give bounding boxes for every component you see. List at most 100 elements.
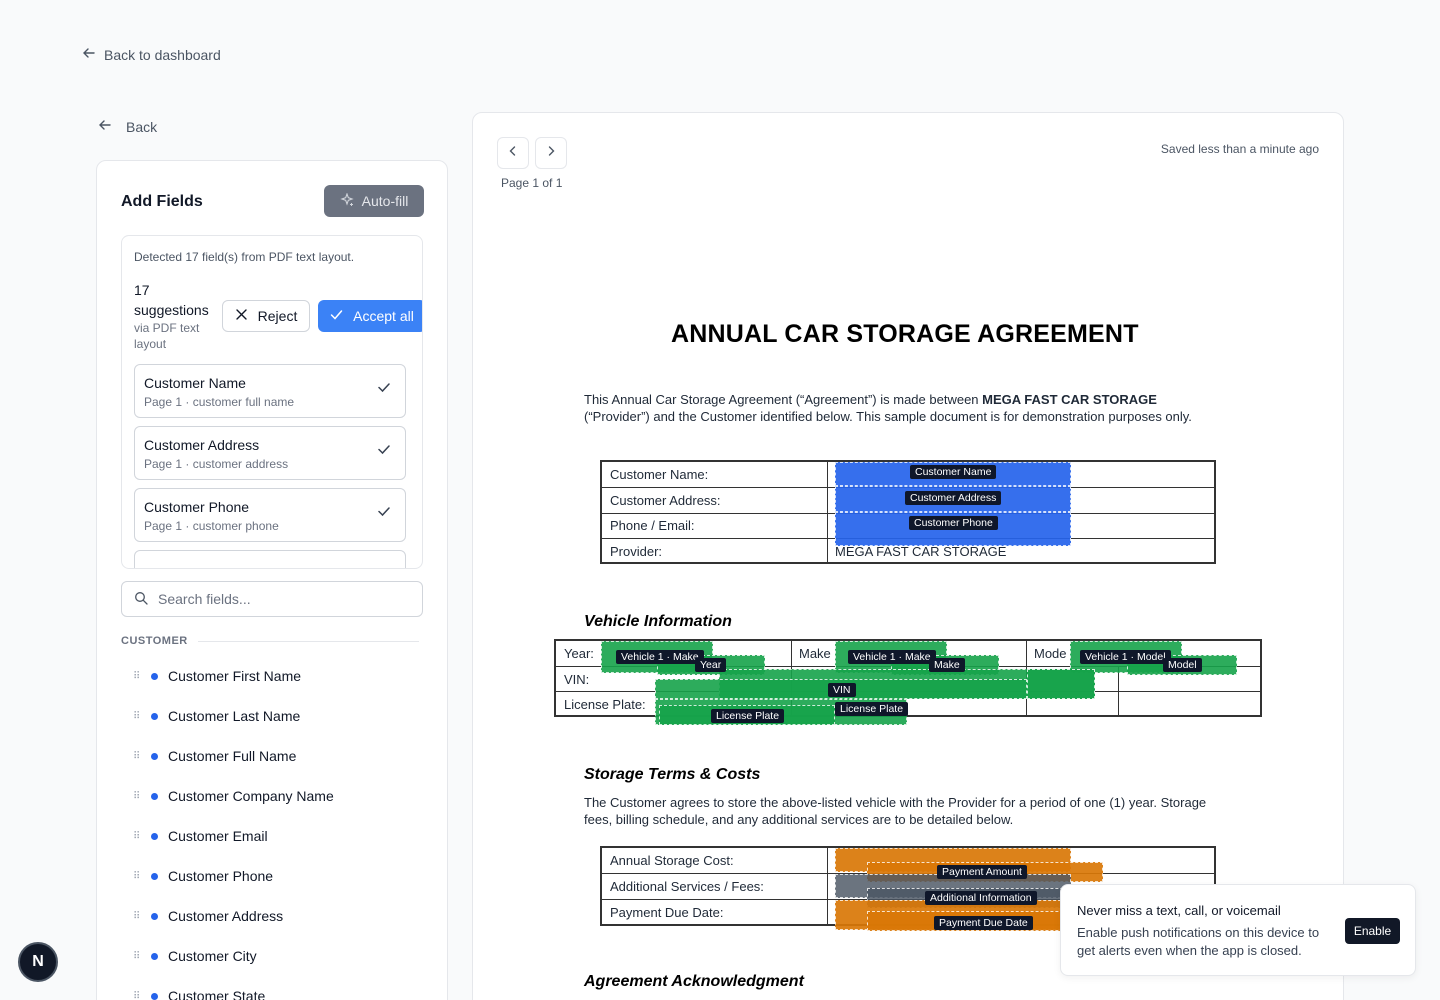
field-label: Customer Phone	[168, 868, 274, 884]
back-link[interactable]: Back	[98, 118, 157, 135]
enable-notifications-button[interactable]: Enable	[1345, 918, 1400, 944]
table-cell-label: Additional Services / Fees:	[610, 879, 764, 894]
suggestions-box: Detected 17 field(s) from PDF text layou…	[121, 235, 423, 569]
suggestion-detail: Page 1 · customer full name	[144, 395, 295, 409]
table-cell-label: VIN:	[564, 672, 590, 687]
saved-status: Saved less than a minute ago	[1160, 142, 1319, 156]
field-item[interactable]: ⠿ Customer Phone	[133, 866, 273, 886]
accept-all-label: Accept all	[353, 308, 414, 324]
overlay-tag: Customer Name	[910, 465, 997, 479]
suggestion-card[interactable]	[134, 550, 406, 568]
auto-fill-label: Auto-fill	[361, 193, 409, 209]
overlay-tag: VIN	[828, 683, 856, 697]
overlay-tag: Vehicle 1 · Model	[1080, 650, 1171, 664]
field-item[interactable]: ⠿ Customer Last Name	[133, 706, 300, 726]
field-dot	[151, 832, 158, 840]
document-intro: This Annual Car Storage Agreement (“Agre…	[584, 391, 1220, 425]
suggestion-card[interactable]: Customer Phone Page 1 · customer phone	[134, 488, 406, 542]
field-dot	[151, 872, 158, 880]
overlay-tag: Year	[695, 658, 727, 672]
prev-page-button[interactable]	[497, 137, 529, 169]
suggestion-count: 17 suggestions	[134, 282, 209, 318]
back-to-dashboard-link[interactable]: Back to dashboard	[82, 46, 221, 63]
drag-handle-icon[interactable]: ⠿	[133, 791, 143, 802]
check-icon[interactable]	[377, 442, 391, 456]
overlay-tag: License Plate	[835, 702, 909, 716]
field-item[interactable]: ⠿ Customer Company Name	[133, 786, 334, 806]
overlay-tag: Vehicle 1 · Make	[848, 650, 936, 664]
back-to-dashboard-label: Back to dashboard	[104, 46, 221, 63]
overlay-tag: Vehicle 1 · Make	[616, 650, 704, 664]
reject-button[interactable]: Reject	[222, 300, 310, 332]
drag-handle-icon[interactable]: ⠿	[133, 671, 143, 682]
field-item[interactable]: ⠿ Customer Email	[133, 826, 268, 846]
field-dot	[151, 992, 158, 1000]
table-cell-label: Provider:	[610, 544, 663, 559]
storage-heading: Storage Terms & Costs	[584, 766, 761, 783]
overlay-tag: License Plate	[711, 709, 785, 723]
drag-handle-icon[interactable]: ⠿	[133, 911, 143, 922]
suggestion-name: Customer Address	[144, 437, 260, 453]
table-cell-label: Phone / Email:	[610, 518, 695, 533]
field-label: Customer City	[168, 948, 257, 964]
drag-handle-icon[interactable]: ⠿	[133, 871, 143, 882]
field-dot	[151, 752, 158, 760]
notification-body: Enable push notifications on this device…	[1077, 925, 1320, 958]
table-col-divider	[827, 462, 828, 562]
table-cell-label: Make	[799, 646, 831, 661]
overlay-tag: Payment Due Date	[934, 916, 1033, 930]
search-icon	[134, 591, 148, 608]
check-icon[interactable]	[377, 504, 391, 518]
check-icon[interactable]	[377, 380, 391, 394]
table-cell-value: MEGA FAST CAR STORAGE	[835, 544, 1007, 559]
vehicle-heading: Vehicle Information	[584, 613, 732, 630]
field-item[interactable]: ⠿ Customer City	[133, 946, 257, 966]
suggestion-card[interactable]: Customer Name Page 1 · customer full nam…	[134, 364, 406, 418]
field-label: Customer Last Name	[168, 708, 301, 724]
next-page-button[interactable]	[535, 137, 567, 169]
field-label: Customer Address	[168, 908, 284, 924]
field-item[interactable]: ⠿ Customer Address	[133, 906, 283, 926]
acknowledgment-heading: Agreement Acknowledgment	[584, 973, 804, 990]
overlay-tag: Customer Address	[905, 491, 1002, 505]
suggestion-card[interactable]: Customer Address Page 1 · customer addre…	[134, 426, 406, 480]
push-notification-prompt: Never miss a text, call, or voicemail En…	[1060, 884, 1416, 976]
check-icon	[330, 308, 343, 324]
arrow-left-icon	[98, 118, 112, 135]
field-dot	[151, 672, 158, 680]
close-icon	[235, 308, 248, 324]
pdf-viewer: Page 1 of 1 Saved less than a minute ago…	[472, 112, 1344, 1000]
field-label: Customer Company Name	[168, 788, 334, 804]
auto-fill-button[interactable]: Auto-fill	[324, 185, 424, 217]
panel-title: Add Fields	[121, 193, 203, 210]
sparkles-icon	[339, 191, 354, 210]
intro-text-continued: (“Provider”) and the Customer identified…	[584, 409, 1192, 424]
overlay-tag: Customer Phone	[909, 516, 998, 530]
drag-handle-icon[interactable]: ⠿	[133, 991, 143, 1000]
page-indicator: Page 1 of 1	[501, 176, 563, 190]
search-fields-input[interactable]: Search fields...	[121, 581, 423, 617]
arrow-left-icon	[82, 46, 96, 63]
field-item[interactable]: ⠿ Customer First Name	[133, 666, 301, 686]
field-item[interactable]: ⠿ Customer Full Name	[133, 746, 296, 766]
dev-tools-badge[interactable]: N	[18, 942, 58, 982]
field-dot	[151, 912, 158, 920]
back-label: Back	[126, 118, 158, 135]
drag-handle-icon[interactable]: ⠿	[133, 751, 143, 762]
drag-handle-icon[interactable]: ⠿	[133, 951, 143, 962]
field-label: Customer Email	[168, 828, 268, 844]
field-item[interactable]: ⠿ Customer State	[133, 986, 265, 1000]
suggestion-detail: Page 1 · customer phone	[144, 519, 279, 533]
field-label: Customer State	[168, 988, 266, 1000]
storage-text: The Customer agrees to store the above-l…	[584, 795, 1207, 827]
section-divider	[197, 640, 419, 642]
table-cell-label: Year:	[564, 646, 594, 661]
field-dot	[151, 712, 158, 720]
table-cell-label: Customer Name:	[610, 467, 709, 482]
drag-handle-icon[interactable]: ⠿	[133, 831, 143, 842]
drag-handle-icon[interactable]: ⠿	[133, 711, 143, 722]
field-label: Customer First Name	[168, 668, 302, 684]
accept-all-button[interactable]: Accept all	[318, 300, 422, 332]
field-overlay-vin[interactable]	[1027, 669, 1095, 699]
add-fields-panel: Add Fields Auto-fill Detected 17 field(s…	[96, 160, 448, 1000]
